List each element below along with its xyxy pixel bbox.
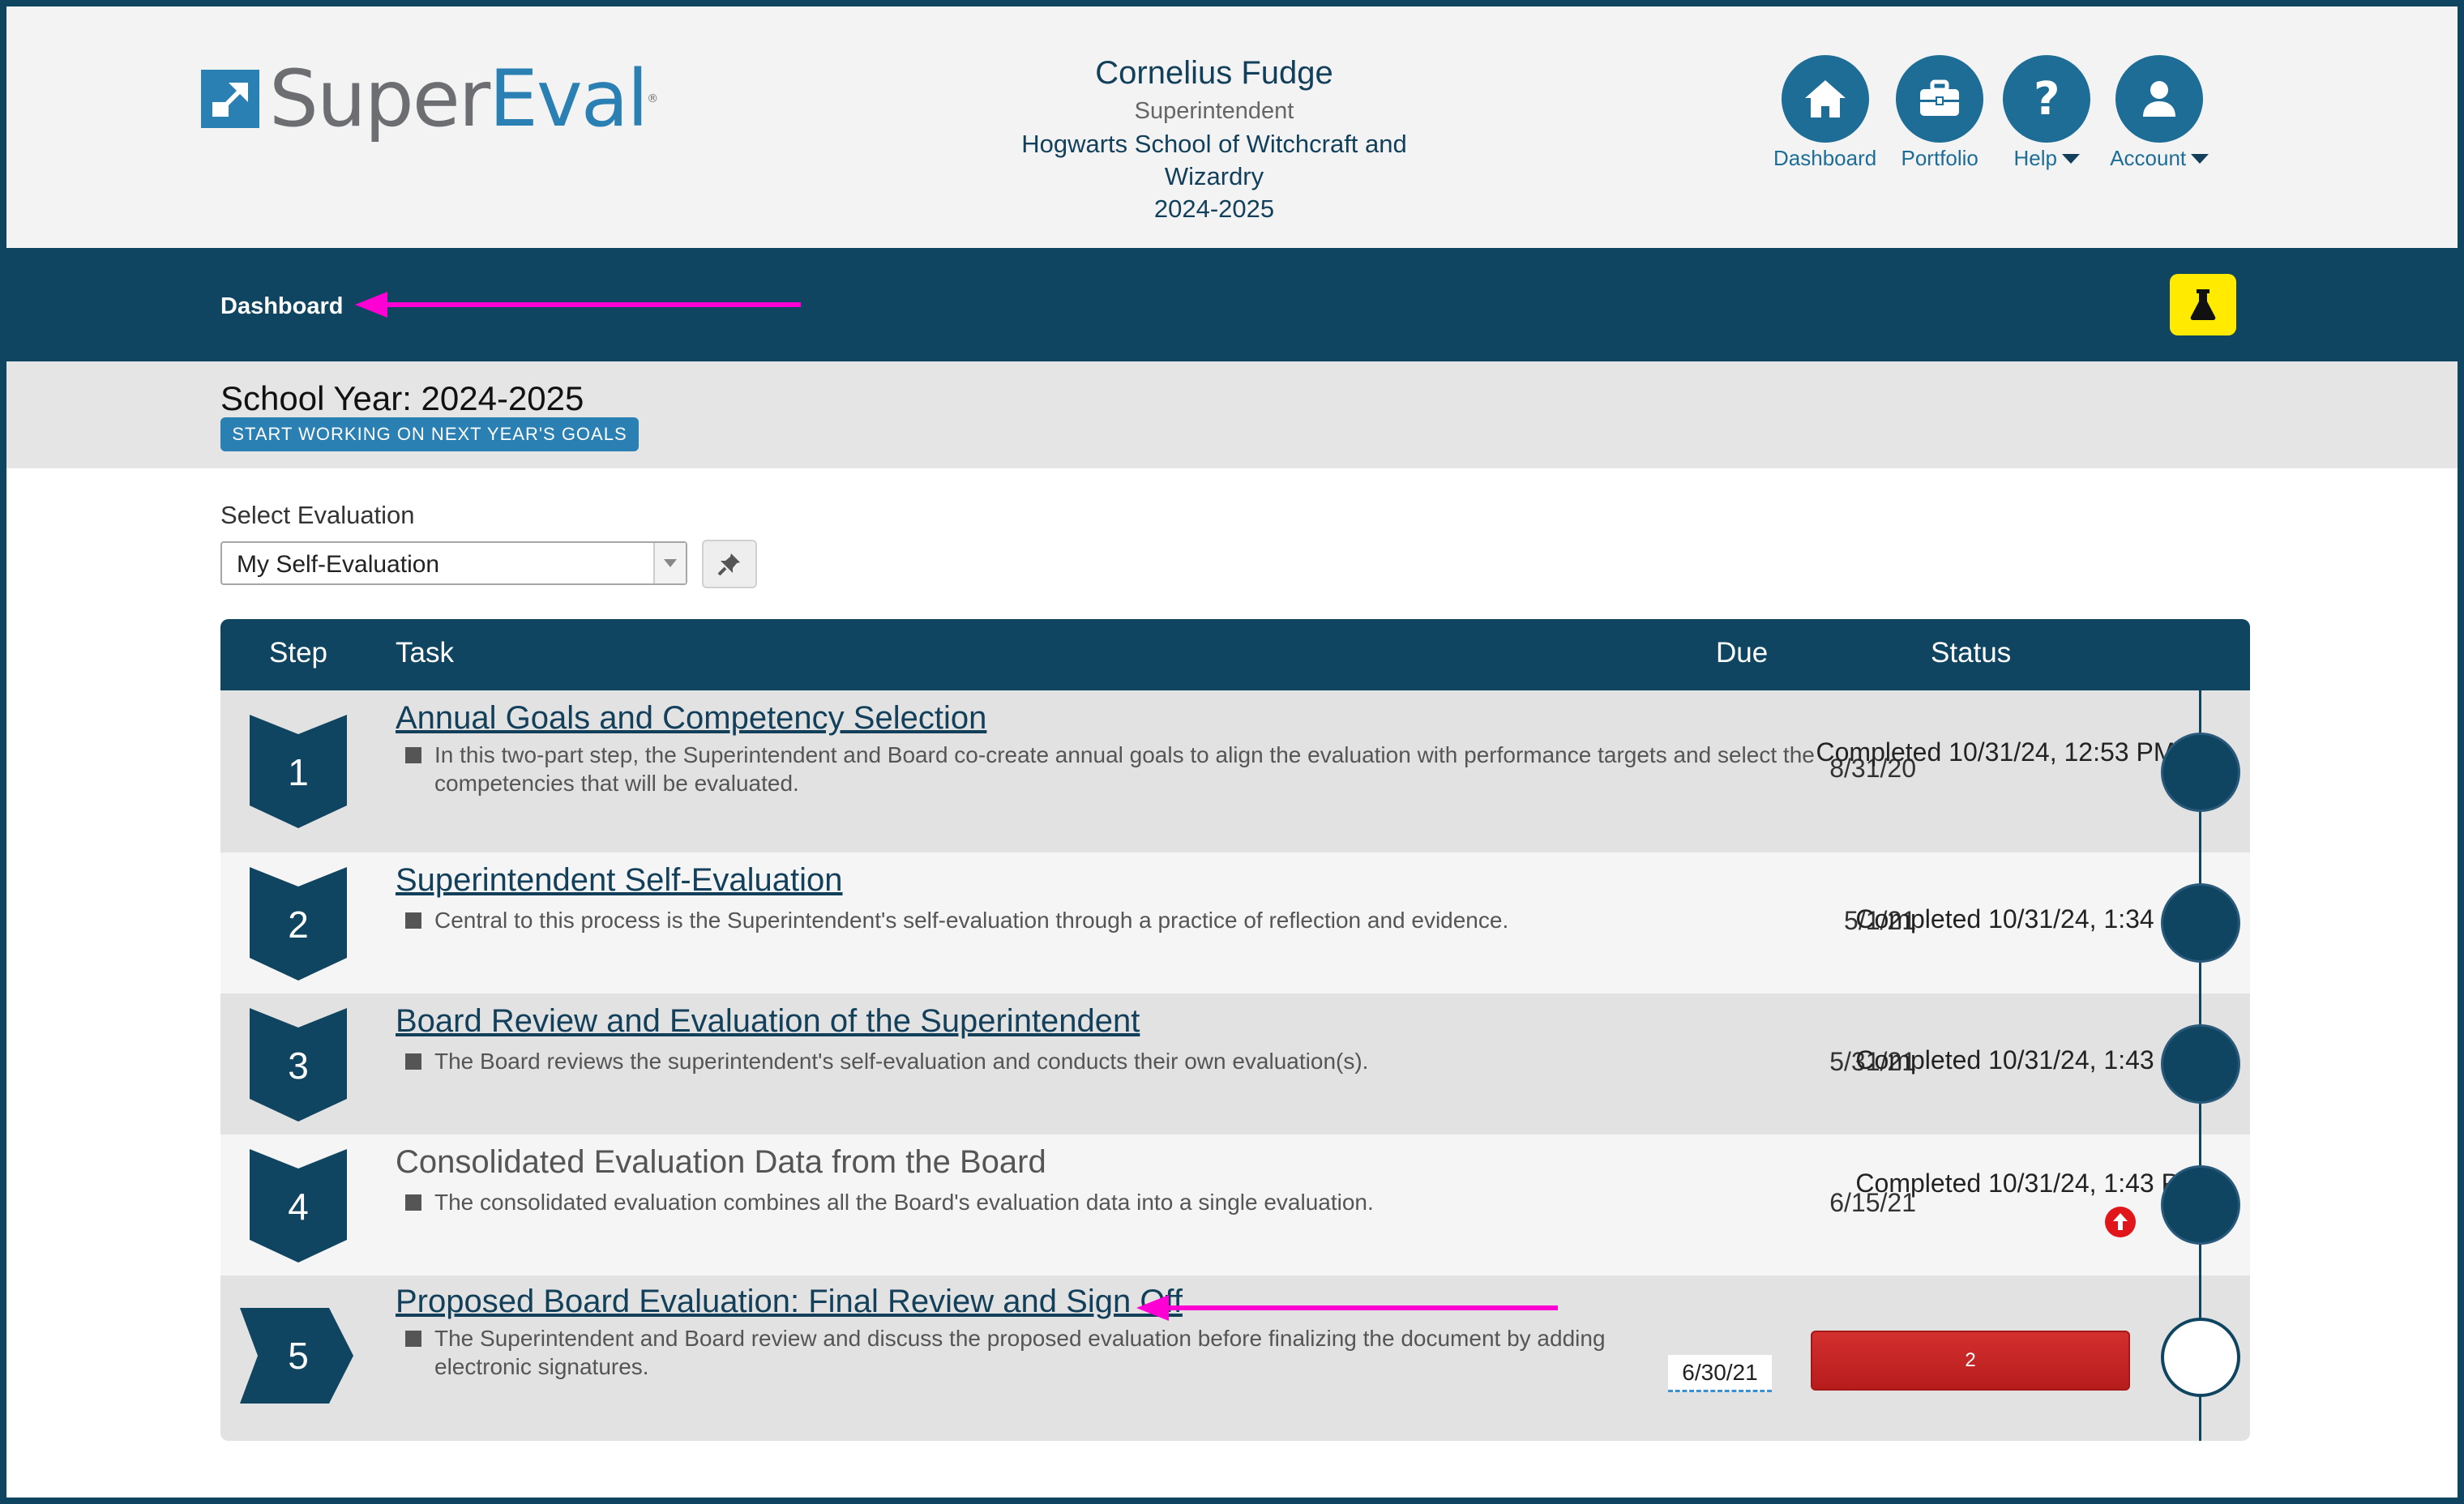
task-status: Completed 10/31/24, 12:53 PM (1816, 737, 2175, 767)
task-description: In this two-part step, the Superintenden… (400, 741, 1827, 797)
pin-button[interactable] (702, 540, 757, 588)
nav-dashboard-label: Dashboard (1773, 146, 1877, 170)
user-year: 2024-2025 (1153, 194, 1275, 223)
status-action-button[interactable]: 2 (1811, 1331, 2130, 1391)
task-row: 1 Annual Goals and Competency Selection … (220, 690, 2250, 852)
task-row: 4 Consolidated Evaluation Data from the … (220, 1134, 2250, 1275)
bullet-icon (405, 1194, 421, 1211)
task-title-link[interactable]: Superintendent Self-Evaluation (396, 862, 842, 899)
select-evaluation-label: Select Evaluation (220, 501, 415, 529)
timeline-node (2161, 733, 2240, 812)
timeline-node (2161, 1165, 2240, 1245)
task-description: Central to this process is the Superinte… (400, 906, 1827, 934)
nav-dashboard[interactable]: Dashboard (1773, 55, 1876, 171)
due-date-input[interactable]: 6/30/21 (1668, 1355, 1772, 1392)
flask-button[interactable] (2170, 274, 2236, 335)
nav-account-label: Account (2110, 146, 2209, 171)
chevron-down-icon (2061, 153, 2080, 164)
flask-icon (2190, 289, 2216, 320)
logo-mark-icon (201, 70, 259, 128)
nav-portfolio-label: Portfolio (1901, 146, 1978, 170)
home-icon (1781, 55, 1869, 143)
task-description: The consolidated evaluation combines all… (400, 1188, 1827, 1216)
timeline-node-current (2161, 1318, 2240, 1397)
school-year-label: School Year: 2024-2025 (220, 379, 584, 417)
task-title-link[interactable]: Annual Goals and Competency Selection (396, 700, 986, 737)
task-row: 2 Superintendent Self-Evaluation Central… (220, 852, 2250, 993)
annotation-arrow-icon (355, 292, 801, 318)
step-number: 1 (288, 751, 309, 793)
next-year-goals-button[interactable]: START WORKING ON NEXT YEAR'S GOALS (220, 417, 639, 451)
nav-account[interactable]: Account (2110, 55, 2209, 171)
briefcase-icon (1896, 55, 1984, 143)
arrow-up-circle-icon[interactable] (2104, 1206, 2137, 1238)
timeline-node (2161, 1024, 2240, 1104)
evaluation-select[interactable]: My Self-Evaluation (220, 541, 687, 585)
app-window: SuperEval® Cornelius Fudge Superintenden… (6, 6, 2458, 1498)
caret-down-icon (664, 559, 677, 567)
question-icon: ? (2003, 55, 2091, 143)
supereval-logo[interactable]: SuperEval® (201, 53, 658, 144)
step-number: 5 (288, 1335, 309, 1377)
bullet-icon (405, 912, 421, 929)
bullet-icon (405, 747, 421, 763)
task-title-link[interactable]: Board Review and Evaluation of the Super… (396, 1003, 1140, 1040)
nav-help[interactable]: ? Help (2003, 55, 2091, 171)
task-description: The Board reviews the superintendent's s… (400, 1047, 1827, 1075)
user-info: Cornelius Fudge Superintendent Hogwarts … (971, 52, 1457, 225)
step-number: 4 (288, 1186, 309, 1228)
header-task: Task (396, 637, 454, 669)
user-role: Superintendent (1134, 98, 1294, 124)
task-title: Consolidated Evaluation Data from the Bo… (396, 1144, 1046, 1180)
task-description: The Superintendent and Board review and … (400, 1324, 1665, 1381)
user-icon (2115, 55, 2204, 143)
step-number: 2 (288, 904, 309, 946)
chevron-down-icon (2191, 153, 2209, 164)
header-status: Status (1931, 637, 2012, 669)
nav-portfolio[interactable]: Portfolio (1896, 55, 1984, 171)
user-school: Hogwarts School of Witchcraft and Wizard… (1021, 130, 1407, 190)
logo-wordmark: SuperEval® (269, 53, 658, 144)
header-due: Due (1716, 637, 1769, 669)
bullet-icon (405, 1053, 421, 1070)
table-header: Step Task Due Status (220, 619, 2250, 690)
bullet-icon (405, 1331, 421, 1347)
timeline-node (2161, 883, 2240, 963)
task-row: 3 Board Review and Evaluation of the Sup… (220, 993, 2250, 1134)
task-title-link[interactable]: Proposed Board Evaluation: Final Review … (396, 1284, 1183, 1320)
dropdown-toggle[interactable] (653, 543, 686, 583)
header-step: Step (269, 637, 327, 669)
step-number: 3 (288, 1045, 309, 1087)
user-name: Cornelius Fudge (1095, 55, 1333, 91)
nav-help-label: Help (2013, 146, 2080, 171)
annotation-arrow-icon (1136, 1295, 1558, 1321)
top-nav: Dashboard Portfolio ? Help Account (1773, 55, 2228, 171)
pin-icon (717, 553, 740, 576)
breadcrumb-dashboard[interactable]: Dashboard (220, 293, 343, 320)
page-header: SuperEval® Cornelius Fudge Superintenden… (6, 6, 2458, 248)
evaluation-select-value: My Self-Evaluation (237, 551, 440, 578)
